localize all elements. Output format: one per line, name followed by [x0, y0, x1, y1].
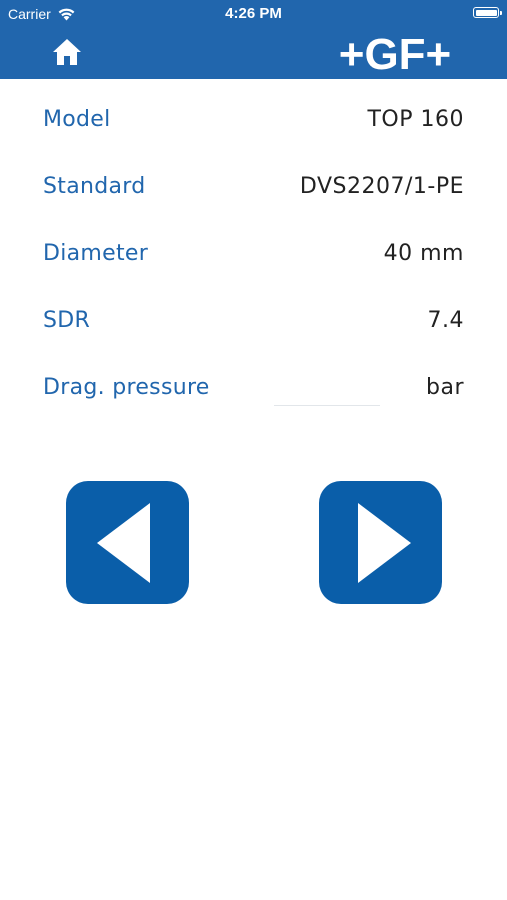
home-icon: [53, 39, 81, 65]
triangle-left-icon: [97, 503, 150, 583]
status-time: 4:26 PM: [225, 5, 282, 22]
diameter-value: 40 mm: [383, 241, 464, 266]
standard-row: Standard DVS2207/1-PE: [0, 168, 507, 208]
home-button[interactable]: [51, 36, 83, 68]
next-button[interactable]: [319, 481, 442, 604]
sdr-label: SDR: [43, 308, 91, 333]
previous-button[interactable]: [66, 481, 189, 604]
model-row: Model TOP 160: [0, 101, 507, 141]
standard-value: DVS2207/1-PE: [299, 174, 464, 199]
model-label: Model: [43, 107, 111, 132]
sdr-value: 7.4: [427, 308, 464, 333]
diameter-row: Diameter 40 mm: [0, 235, 507, 275]
status-bar: Carrier 4:26 PM: [0, 0, 507, 28]
gf-logo: +GF+: [334, 30, 456, 79]
model-value: TOP 160: [367, 107, 464, 132]
drag-pressure-input[interactable]: [274, 373, 380, 406]
standard-label: Standard: [43, 174, 146, 199]
diameter-label: Diameter: [43, 241, 149, 266]
triangle-right-icon: [358, 503, 411, 583]
drag-pressure-label: Drag. pressure: [43, 375, 210, 400]
app-header: Carrier 4:26 PM +GF+: [0, 0, 507, 79]
battery-icon: [473, 7, 502, 18]
sdr-row: SDR 7.4: [0, 302, 507, 342]
drag-pressure-unit: bar: [426, 375, 464, 400]
logo-text: +GF+: [339, 32, 452, 74]
drag-pressure-row: Drag. pressure bar: [0, 369, 507, 409]
